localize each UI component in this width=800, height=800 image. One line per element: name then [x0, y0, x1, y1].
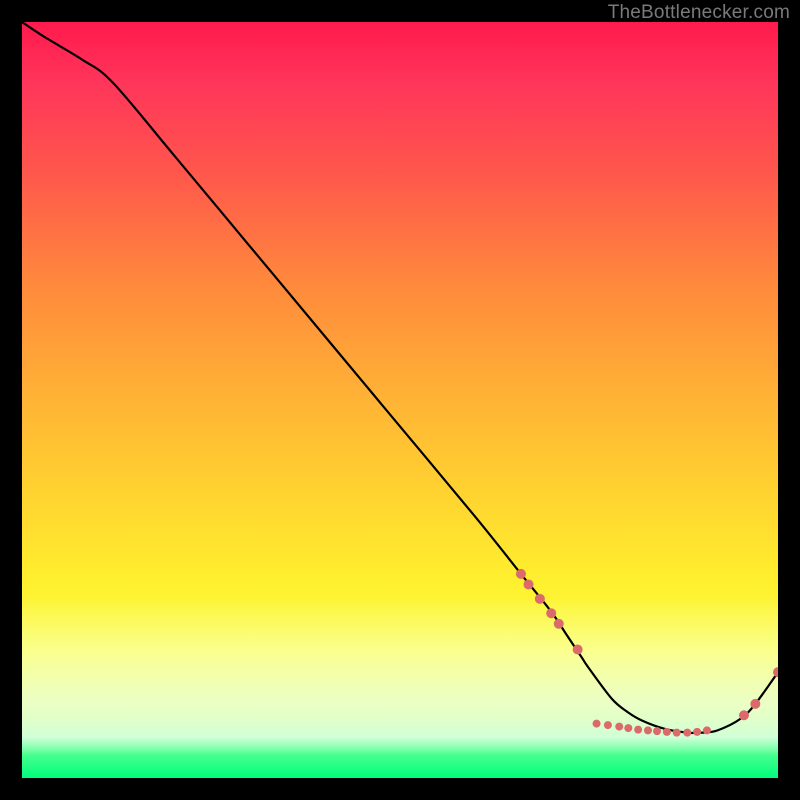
marker-dot — [573, 644, 583, 654]
plot-area — [22, 22, 778, 778]
watermark-text: TheBottlenecker.com — [608, 2, 790, 24]
marker-dot — [624, 724, 632, 732]
marker-dot — [535, 594, 545, 604]
marker-dot — [516, 569, 526, 579]
marker-dot — [773, 667, 778, 677]
curve-line — [22, 22, 778, 733]
marker-dot — [593, 720, 601, 728]
marker-dot — [524, 579, 534, 589]
marker-dot — [663, 728, 671, 736]
marker-dot — [739, 710, 749, 720]
marker-dot — [644, 726, 652, 734]
marker-dot — [693, 728, 701, 736]
marker-dot — [673, 729, 681, 737]
highlight-markers — [516, 569, 778, 737]
marker-dot — [546, 608, 556, 618]
marker-dot — [615, 723, 623, 731]
marker-dot — [653, 727, 661, 735]
chart-svg — [22, 22, 778, 778]
marker-dot — [683, 729, 691, 737]
marker-dot — [604, 721, 612, 729]
marker-dot — [703, 726, 711, 734]
marker-dot — [750, 699, 760, 709]
chart-stage: TheBottlenecker.com — [0, 0, 800, 800]
marker-dot — [554, 619, 564, 629]
marker-dot — [634, 726, 642, 734]
